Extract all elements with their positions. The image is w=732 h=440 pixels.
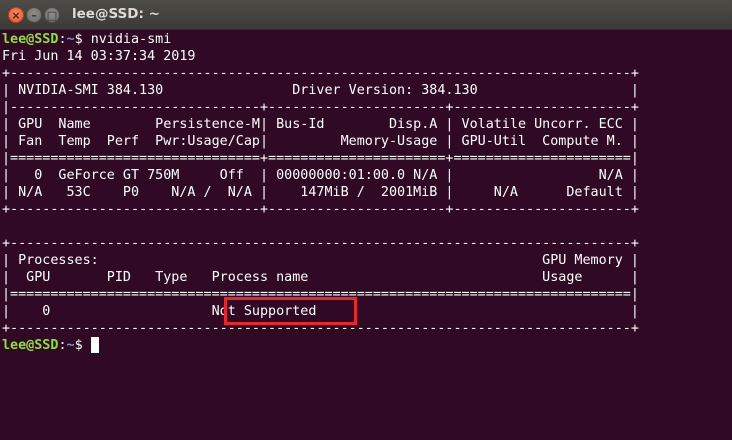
- output-line: | Processes: GPU Memory |: [2, 253, 639, 268]
- prompt-symbol: $: [74, 338, 91, 353]
- output-line: |===============================+=======…: [2, 151, 639, 166]
- prompt-user-host: lee@SSD: [2, 338, 59, 353]
- output-line: +---------------------------------------…: [2, 236, 639, 251]
- prompt-user-host: lee@SSD: [2, 32, 59, 47]
- prompt-separator: :: [58, 32, 67, 47]
- output-line: | N/A 53C P0 N/A / N/A | 147MiB / 2001Mi…: [2, 185, 639, 200]
- window-title: lee@SSD: ~: [72, 6, 160, 22]
- output-line: |-------------------------------+-------…: [2, 100, 639, 115]
- active-prompt-line[interactable]: lee@SSD:~$: [2, 337, 99, 354]
- close-icon[interactable]: ×: [8, 7, 24, 23]
- output-line: +---------------------------------------…: [2, 66, 639, 81]
- command-text: nvidia-smi: [90, 32, 172, 47]
- prompt-path: ~: [66, 338, 75, 353]
- not-supported-highlight: [224, 297, 357, 325]
- output-line: Fri Jun 14 03:37:34 2019: [2, 49, 196, 64]
- prompt-symbol: $: [74, 32, 91, 47]
- output-line: | Fan Temp Perf Pwr:Usage/Cap| Memory-Us…: [2, 134, 639, 149]
- prompt-path: ~: [66, 32, 75, 47]
- terminal-content[interactable]: lee@SSD:~$ nvidia-smi Fri Jun 14 03:37:3…: [0, 31, 732, 440]
- minimize-icon[interactable]: –: [26, 7, 42, 23]
- output-line: | NVIDIA-SMI 384.130 Driver Version: 384…: [2, 83, 639, 98]
- terminal-window: × – □ lee@SSD: ~ lee@SSD:~$ nvidia-smi F…: [0, 0, 732, 440]
- command-line: lee@SSD:~$ nvidia-smi: [2, 31, 171, 48]
- text-cursor: [90, 337, 99, 353]
- output-line: | GPU PID Type Process name Usage |: [2, 270, 639, 285]
- prompt-separator: :: [58, 338, 67, 353]
- output-line: | 0 GeForce GT 750M Off | 00000000:01:00…: [2, 168, 639, 183]
- output-line: | GPU Name Persistence-M| Bus-Id Disp.A …: [2, 117, 639, 132]
- maximize-icon[interactable]: □: [44, 7, 60, 23]
- title-bar[interactable]: × – □ lee@SSD: ~: [0, 0, 732, 30]
- output-line: +-------------------------------+-------…: [2, 202, 639, 217]
